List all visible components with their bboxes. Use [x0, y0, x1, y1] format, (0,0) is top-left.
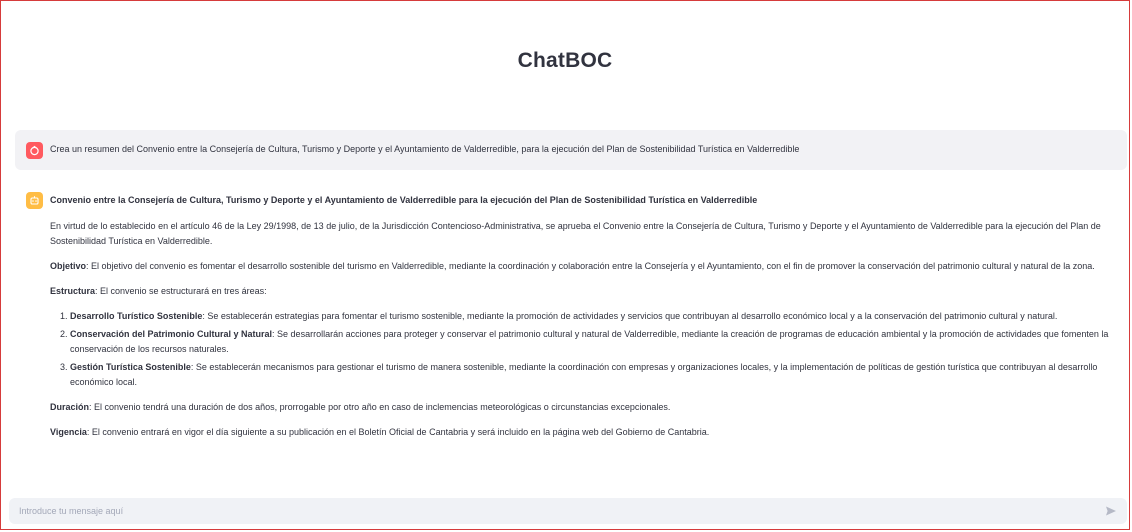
list-item: Conservación del Patrimonio Cultural y N… [70, 327, 1116, 357]
page-title: ChatBOC [517, 49, 613, 72]
assistant-intro: En virtud de lo establecido en el artícu… [50, 221, 1101, 246]
duracion-text: : El convenio tendrá una duración de dos… [89, 402, 671, 412]
duracion-paragraph: Duración: El convenio tendrá una duració… [50, 400, 1116, 415]
assistant-message: Convenio entre la Consejería de Cultura,… [50, 193, 1116, 450]
app-frame: ChatBOC Crea un resumen del Convenio ent… [0, 0, 1130, 530]
objetivo-text: : El objetivo del convenio es fomentar e… [86, 261, 1095, 271]
area-label: Gestión Turística Sostenible [70, 362, 191, 372]
chat-input-placeholder: Introduce tu mensaje aquí [19, 506, 124, 516]
assistant-heading: Convenio entre la Consejería de Cultura,… [50, 195, 758, 205]
user-message: Crea un resumen del Convenio entre la Co… [15, 130, 1127, 170]
vigencia-paragraph: Vigencia: El convenio entrará en vigor e… [50, 425, 1116, 440]
area-text: : Se establecerán mecanismos para gestio… [70, 362, 1098, 387]
user-message-text: Crea un resumen del Convenio entre la Co… [50, 144, 800, 154]
area-text: : Se establecerán estrategias para fomen… [202, 311, 1058, 321]
list-item: Desarrollo Turístico Sostenible: Se esta… [70, 309, 1116, 324]
estructura-text: : El convenio se estructurará en tres ár… [95, 286, 267, 296]
areas-list: Desarrollo Turístico Sostenible: Se esta… [50, 309, 1116, 390]
chat-input[interactable]: Introduce tu mensaje aquí [9, 498, 1127, 524]
area-label: Conservación del Patrimonio Cultural y N… [70, 329, 273, 339]
send-icon[interactable] [1105, 505, 1117, 517]
duracion-label: Duración [50, 402, 90, 412]
estructura-label: Estructura [50, 286, 96, 296]
assistant-avatar-icon [26, 192, 43, 209]
vigencia-text: : El convenio entrará en vigor el día si… [86, 427, 710, 437]
user-avatar-icon [26, 142, 43, 159]
area-label: Desarrollo Turístico Sostenible [70, 311, 203, 321]
list-item: Gestión Turística Sostenible: Se estable… [70, 360, 1116, 390]
estructura-paragraph: Estructura: El convenio se estructurará … [50, 284, 1116, 299]
vigencia-label: Vigencia [50, 427, 87, 437]
objetivo-paragraph: Objetivo: El objetivo del convenio es fo… [50, 259, 1116, 274]
objetivo-label: Objetivo [50, 261, 87, 271]
